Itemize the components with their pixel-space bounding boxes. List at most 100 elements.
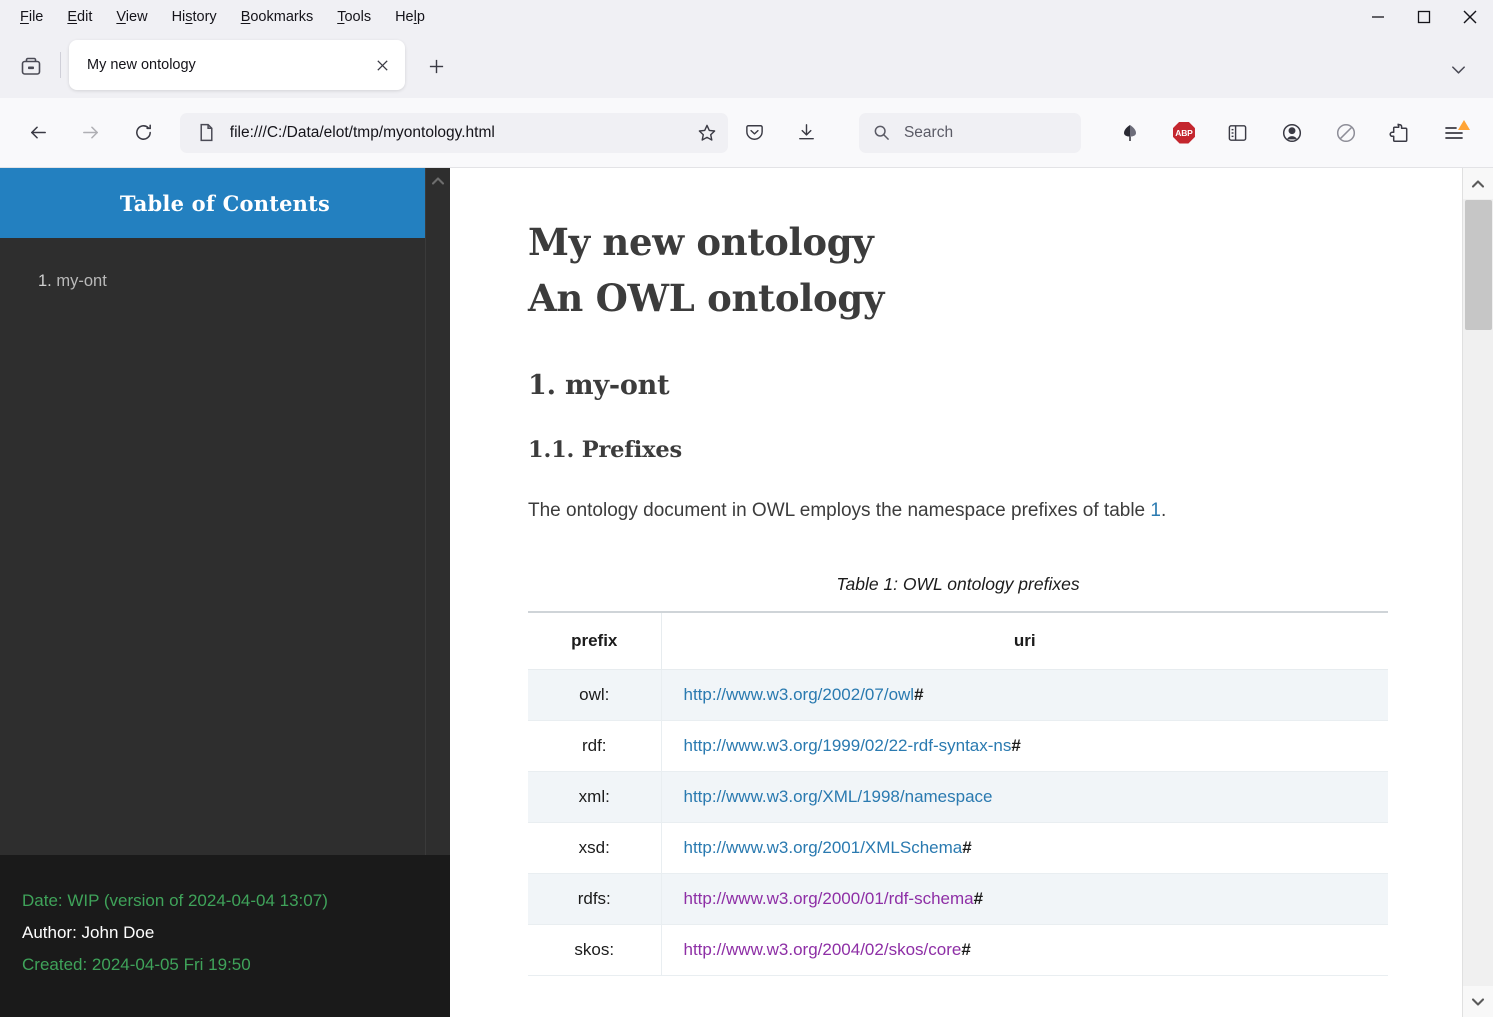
cell-prefix: rdf: [528, 720, 662, 773]
toc-item-number: 1. [38, 272, 52, 290]
page-title: My new ontology An OWL ontology [528, 214, 1493, 326]
back-arrow-icon[interactable] [19, 113, 58, 153]
uri-hash: # [961, 940, 971, 960]
pocket-icon[interactable] [735, 113, 774, 153]
cell-uri: http://www.w3.org/XML/1998/namespace [661, 771, 1388, 824]
menu-edit[interactable]: Edit [55, 6, 104, 29]
prefix-table: prefix uri owl: http://www.w3.org/2002/07… [528, 611, 1388, 977]
column-header-prefix: prefix [528, 611, 662, 671]
cell-uri: http://www.w3.org/2004/02/skos/core# [661, 924, 1388, 977]
table-row: rdfs: http://www.w3.org/2000/01/rdf-schem… [528, 873, 1388, 926]
browser-tab[interactable]: My new ontology [69, 40, 405, 90]
table-head: prefix uri [528, 611, 1388, 671]
table-caption: Table 1: OWL ontology prefixes [836, 574, 1080, 595]
account-icon[interactable] [1272, 113, 1312, 153]
star-icon[interactable] [694, 120, 720, 146]
downloads-icon[interactable] [787, 113, 826, 153]
noscript-icon[interactable] [1326, 113, 1366, 153]
uri-link[interactable]: http://www.w3.org/2000/01/rdf-schema [684, 889, 974, 908]
column-header-uri: uri [661, 611, 1388, 671]
intro-paragraph: The ontology document in OWL employs the… [528, 498, 1493, 524]
page-title-main: My new ontology [528, 220, 874, 264]
tab-title: My new ontology [87, 57, 196, 73]
close-tab-icon[interactable] [367, 50, 397, 80]
document-inner: My new ontology An OWL ontology 1. my-on… [450, 168, 1493, 977]
cell-prefix: skos: [528, 924, 662, 977]
sidebar-toggle-icon[interactable] [1218, 113, 1258, 153]
search-bar[interactable]: Search [858, 112, 1081, 153]
toc-list: 1. my-ont [0, 238, 450, 295]
url-text: file:///C:/Data/elot/tmp/myontology.html [229, 123, 495, 141]
cell-uri: http://www.w3.org/1999/02/22-rdf-syntax-… [661, 720, 1388, 773]
browser-window: File Edit View History Bookmarks Tools H… [0, 0, 1493, 1017]
toc-scroll-up-icon[interactable] [426, 168, 450, 193]
menu-bookmarks[interactable]: Bookmarks [229, 6, 326, 29]
firefox-view-icon[interactable] [8, 44, 54, 90]
uri-hash: # [962, 838, 972, 858]
cell-uri: http://www.w3.org/2000/01/rdf-schema# [661, 873, 1388, 926]
footer-date: Date: WIP (version of 2024-04-04 13:07) [22, 891, 328, 910]
adblock-plus-icon[interactable]: ABP [1164, 113, 1204, 153]
close-button[interactable] [1447, 0, 1493, 34]
cell-prefix: xml: [528, 771, 662, 824]
table-reference-link[interactable]: 1 [1150, 500, 1161, 521]
cell-uri: http://www.w3.org/2002/07/owl# [661, 669, 1388, 722]
scroll-up-icon[interactable] [1463, 168, 1493, 199]
cell-prefix: xsd: [528, 822, 662, 875]
forward-arrow-icon[interactable] [72, 113, 111, 153]
menu-view[interactable]: View [104, 6, 159, 29]
footer-created: Created: 2024-04-05 Fri 19:50 [22, 955, 251, 975]
menu-tools[interactable]: Tools [325, 6, 383, 29]
page-subtitle: An OWL ontology [528, 276, 885, 321]
table-row: skos: http://www.w3.org/2004/02/skos/core… [528, 924, 1388, 977]
prefix-table-container: Table 1: OWL ontology prefixes prefix ur… [528, 574, 1388, 977]
cell-uri: http://www.w3.org/2001/XMLSchema# [661, 822, 1388, 875]
table-of-contents-sidebar: Table of Contents 1. my-ont Date: WIP (v… [0, 168, 450, 1017]
scrollbar-thumb[interactable] [1465, 200, 1492, 330]
maximize-button[interactable] [1401, 0, 1447, 34]
zotero-connector-icon[interactable] [1110, 113, 1150, 153]
footer-author: Author: John Doe [22, 923, 155, 943]
toc-header: Table of Contents [0, 168, 450, 238]
tab-strip: My new ontology [0, 34, 1493, 98]
toc-item-my-ont[interactable]: 1. my-ont [0, 268, 450, 295]
reload-icon[interactable] [124, 113, 163, 153]
app-menu-icon[interactable] [1434, 113, 1474, 153]
url-bar[interactable]: file:///C:/Data/elot/tmp/myontology.html [179, 112, 728, 153]
table-header-row: prefix uri [528, 611, 1388, 671]
navigation-toolbar: file:///C:/Data/elot/tmp/myontology.html… [0, 98, 1493, 168]
uri-hash: # [973, 889, 984, 909]
menu-bar: File Edit View History Bookmarks Tools H… [0, 0, 1493, 34]
chevron-down-icon[interactable] [1441, 52, 1475, 86]
tab-strip-divider [60, 52, 61, 78]
table-row: rdf: http://www.w3.org/1999/02/22-rdf-syn… [528, 720, 1388, 773]
extensions-icon[interactable] [1380, 113, 1420, 153]
table-row: owl: http://www.w3.org/2002/07/owl# [528, 669, 1388, 722]
minimize-button[interactable] [1355, 0, 1401, 34]
uri-link[interactable]: http://www.w3.org/2004/02/skos/core [684, 940, 962, 959]
document-content: My new ontology An OWL ontology 1. my-on… [450, 168, 1493, 1017]
section-heading: 1. my-ont [528, 370, 670, 402]
uri-hash: # [1011, 736, 1021, 756]
menu-history[interactable]: History [160, 6, 229, 29]
uri-link[interactable]: http://www.w3.org/2001/XMLSchema [684, 838, 963, 857]
table-row: xml: http://www.w3.org/XML/1998/namespace [528, 771, 1388, 824]
page-viewport: Table of Contents 1. my-ont Date: WIP (v… [0, 168, 1493, 1017]
new-tab-icon[interactable] [419, 49, 453, 83]
toc-item-label: my-ont [56, 272, 107, 290]
toc-scrollbar[interactable] [425, 168, 450, 855]
menu-help[interactable]: Help [383, 6, 437, 29]
uri-link[interactable]: http://www.w3.org/2002/07/owl [684, 685, 915, 704]
page-scrollbar[interactable] [1462, 168, 1493, 1017]
scroll-down-icon[interactable] [1463, 986, 1493, 1017]
table-body: owl: http://www.w3.org/2002/07/owl# rdf: ht… [528, 669, 1388, 977]
uri-link[interactable]: http://www.w3.org/1999/02/22-rdf-syntax-… [684, 736, 1012, 755]
abp-label: ABP [1172, 121, 1195, 144]
document-icon [194, 120, 220, 146]
scrollbar-track[interactable] [1463, 199, 1493, 986]
uri-link[interactable]: http://www.w3.org/XML/1998/namespace [684, 787, 993, 806]
menu-file[interactable]: File [8, 6, 55, 29]
toolbar-icon-group: ABP [1103, 113, 1481, 153]
update-badge-icon [1457, 119, 1470, 130]
search-input[interactable]: Search [904, 124, 953, 142]
